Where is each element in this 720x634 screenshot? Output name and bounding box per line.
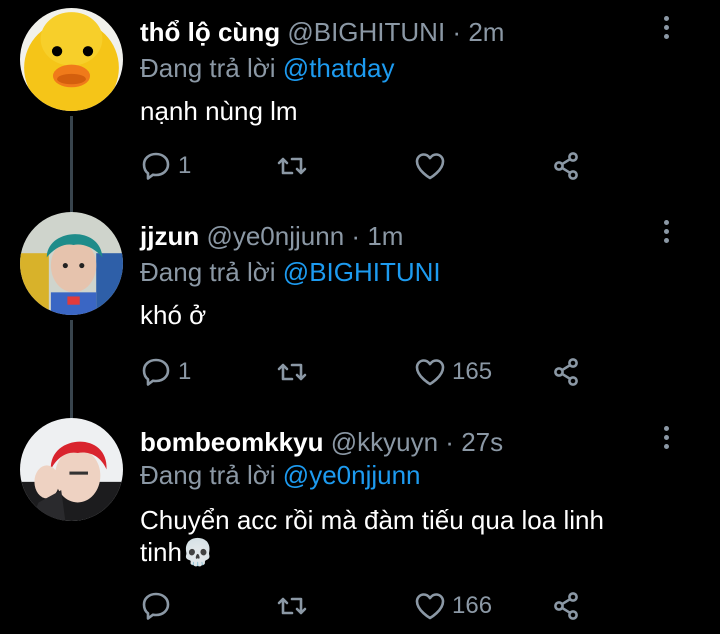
share-button[interactable] [550,352,582,392]
reply-prefix: Đang trả lời [140,257,276,287]
retweet-icon [277,597,307,615]
tweet-header: bombeomkkyu @kkyuyn · 27s [140,427,503,458]
timestamp[interactable]: 1m [367,221,403,251]
reply-mention[interactable]: @thatday [283,53,395,83]
heart-icon [415,359,445,386]
heart-icon [415,153,445,180]
tweet[interactable]: jjzun @ye0njjunn · 1m Đang trả lời @BIGH… [0,204,720,404]
timestamp[interactable]: 27s [461,427,503,457]
retweet-button[interactable] [276,146,314,186]
like-button[interactable]: 166 [414,586,492,626]
tweet[interactable]: thổ lộ cùng @BIGHITUNI · 2m Đang trả lời… [0,0,720,200]
replying-to: Đang trả lời @ye0njjunn [140,460,421,491]
reply-icon [142,358,170,386]
tweet-text: Chuyển acc rồi mà đàm tiếu qua loa linh … [140,505,604,567]
teal-hair-avatar [20,212,123,315]
like-button[interactable] [414,146,452,186]
reply-prefix: Đang trả lời [140,53,276,83]
retweet-button[interactable] [276,586,314,626]
reply-count: 1 [178,152,192,179]
tweet-actions: 1 165 [140,352,600,392]
reply-mention[interactable]: @BIGHITUNI [283,257,441,287]
tweet-text: khó ở [140,300,207,330]
replying-to: Đang trả lời @thatday [140,53,394,84]
timestamp[interactable]: 2m [468,17,504,47]
reply-prefix: Đang trả lời [140,460,276,490]
share-icon [554,152,578,180]
like-count: 165 [452,358,493,385]
display-name[interactable]: jjzun [140,221,199,251]
display-name[interactable]: bombeomkkyu [140,427,324,457]
reply-button[interactable] [140,586,178,626]
heart-icon [415,593,445,620]
retweet-icon [277,363,307,381]
share-icon [554,358,578,386]
like-button[interactable]: 165 [414,352,492,392]
more-options-icon[interactable] [654,12,678,52]
tweet-header: thổ lộ cùng @BIGHITUNI · 2m [140,17,504,48]
more-options-icon[interactable] [654,216,678,256]
separator-dot: · [445,427,454,457]
user-handle[interactable]: @ye0njjunn [206,221,344,251]
separator-dot: · [452,17,462,47]
reply-button[interactable]: 1 [140,352,191,392]
share-icon [554,592,578,620]
duck-avatar [20,8,123,111]
reply-button[interactable]: 1 [140,146,191,186]
reply-mention[interactable]: @ye0njjunn [283,460,421,490]
tweet-actions: 1 [140,146,600,186]
user-handle[interactable]: @kkyuyn [331,427,438,457]
tweet-actions: 166 [140,586,600,626]
red-hair-avatar [20,418,123,521]
share-button[interactable] [550,146,582,186]
tweet-header: jjzun @ye0njjunn · 1m [140,221,403,252]
like-count: 166 [452,592,493,619]
display-name[interactable]: thổ lộ cùng [140,17,280,47]
retweet-button[interactable] [276,352,314,392]
tweet-text: nạnh nùng lm [140,96,298,126]
avatar[interactable] [20,212,123,315]
more-options-icon[interactable] [654,422,678,462]
user-handle[interactable]: @BIGHITUNI [287,17,445,47]
replying-to: Đang trả lời @BIGHITUNI [140,257,441,288]
separator-dot: · [351,221,361,251]
reply-icon [142,152,170,180]
tweet[interactable]: bombeomkkyu @kkyuyn · 27s Đang trả lời @… [0,410,720,634]
retweet-icon [277,157,307,175]
avatar[interactable] [20,418,123,521]
share-button[interactable] [550,586,582,626]
reply-count: 1 [178,358,192,385]
avatar[interactable] [20,8,123,111]
reply-icon [142,592,170,620]
